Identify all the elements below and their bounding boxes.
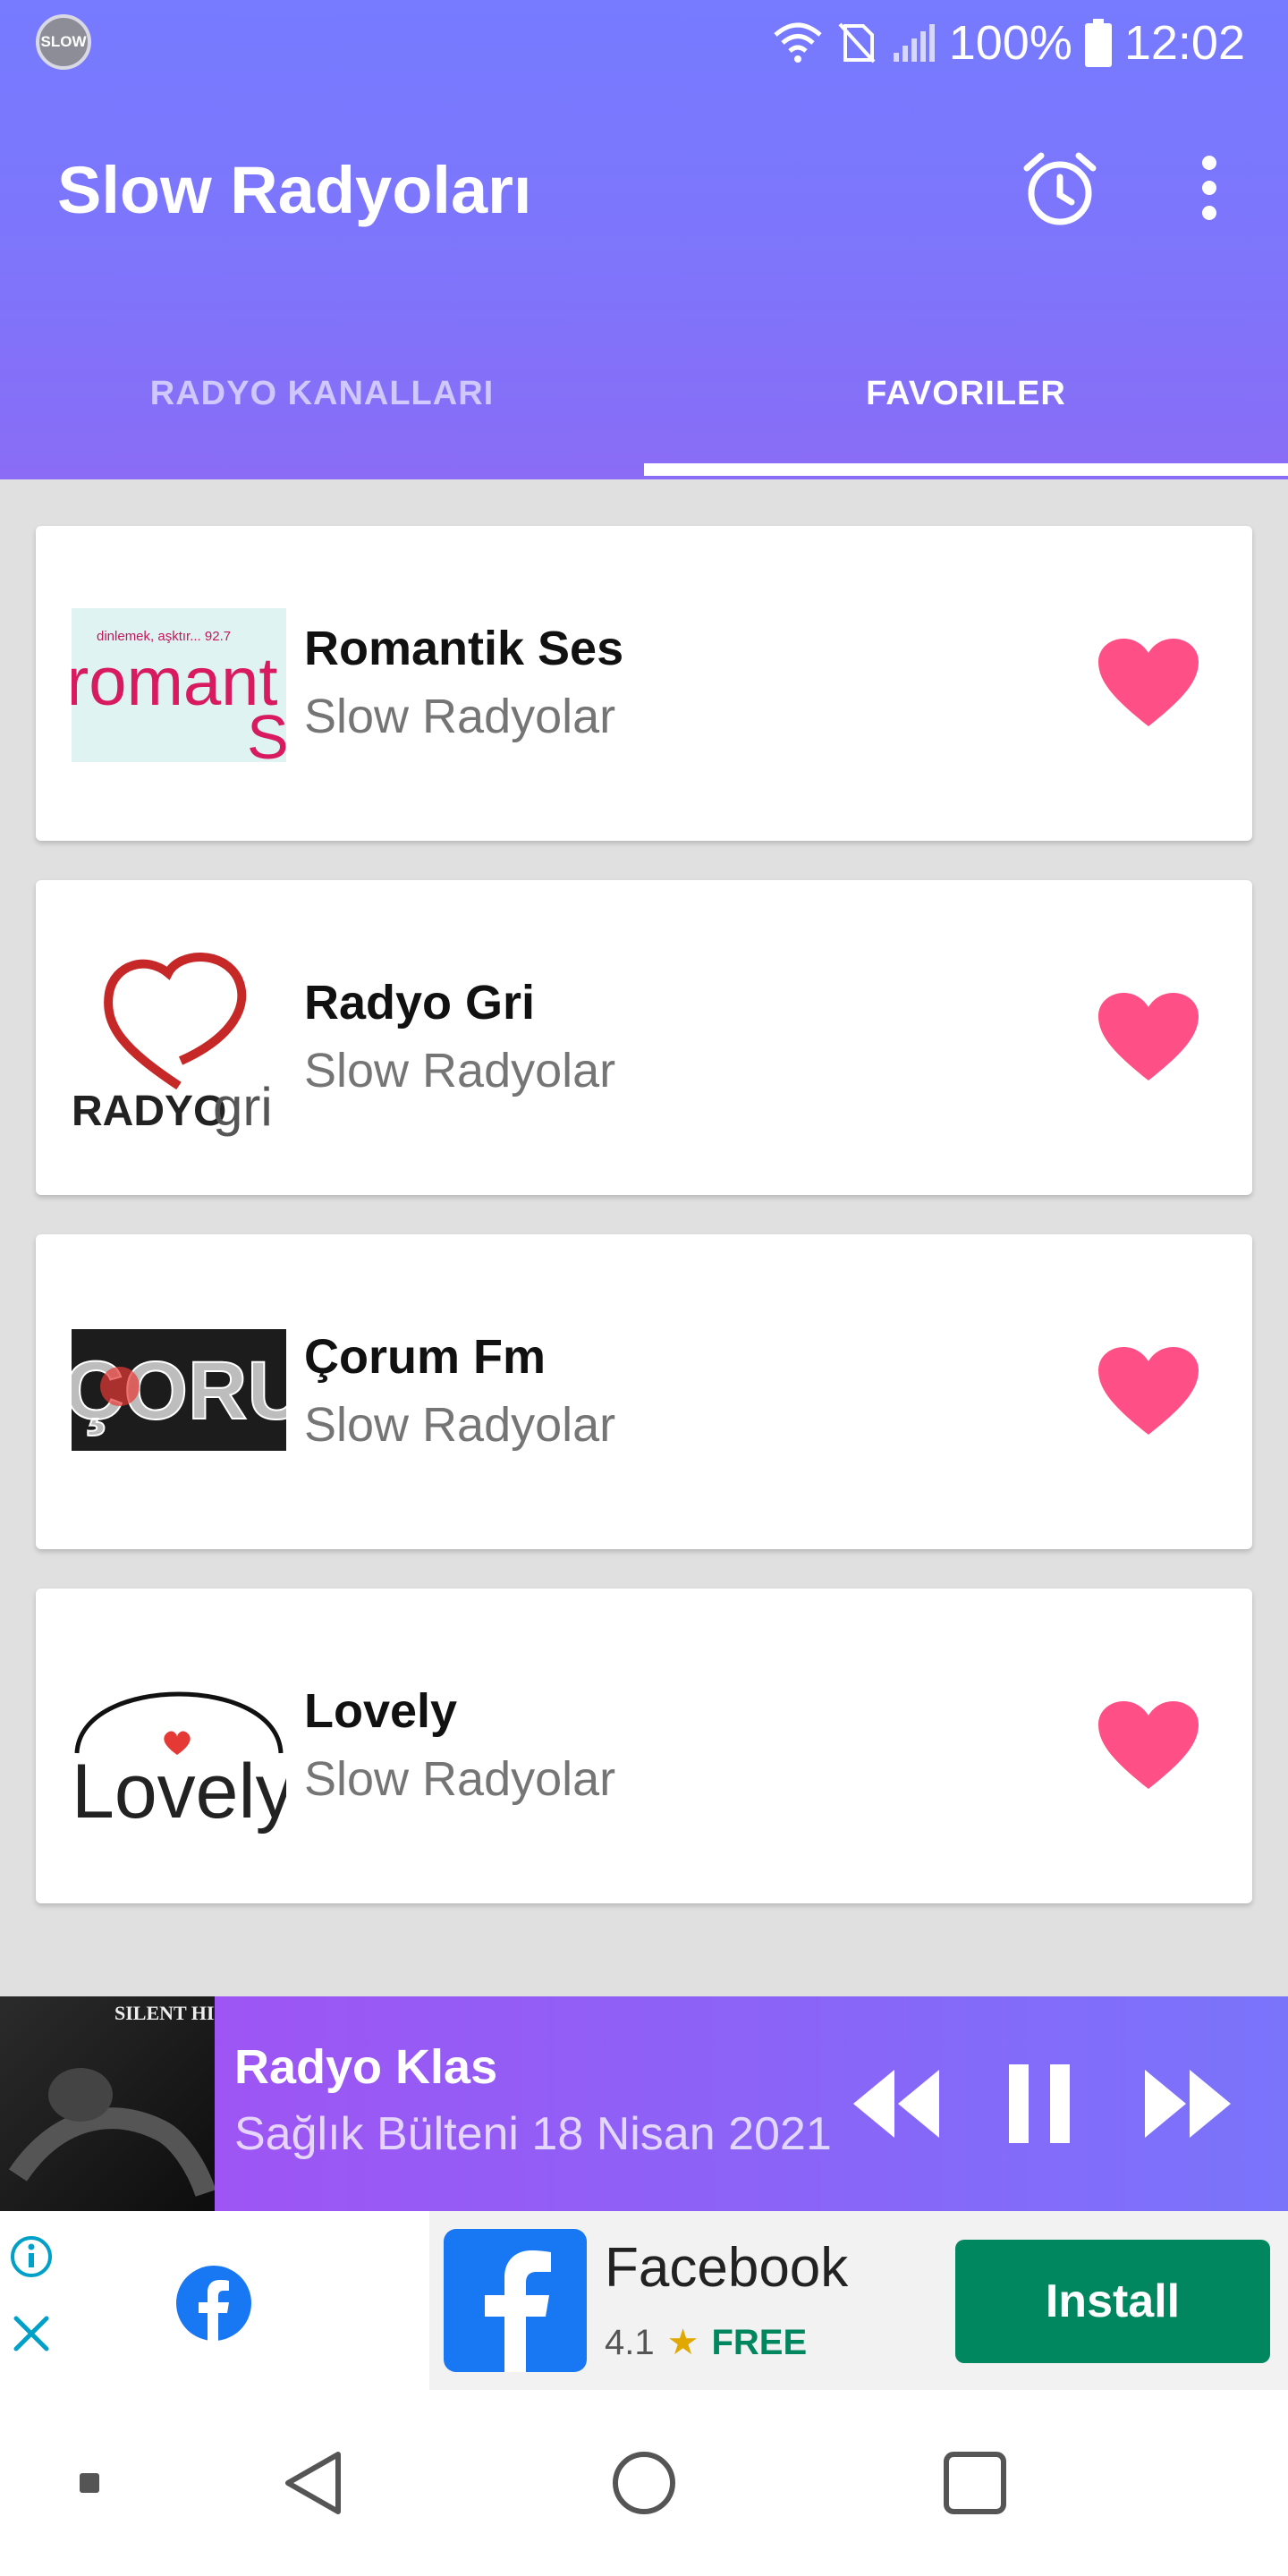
battery-percent: 100% <box>948 16 1072 70</box>
fast-forward-icon[interactable] <box>1141 2059 1234 2148</box>
favorite-heart-icon[interactable] <box>1097 991 1200 1084</box>
nav-dot-button[interactable] <box>54 2390 125 2576</box>
ad-banner[interactable]: Facebook 4.1 ★ FREE Install <box>0 2211 1288 2390</box>
facebook-logo-icon <box>176 2266 251 2342</box>
rewind-icon[interactable] <box>850 2059 943 2148</box>
romantik-ses-logo: dinlemek, aşktır... 92.7 romant S <box>72 629 286 762</box>
square-dot-icon <box>80 2473 99 2493</box>
radyo-gri-logo: RADYO gri <box>72 953 273 1137</box>
station-name: Radyo Gri <box>304 976 536 1030</box>
app-logo-icon: SLOW <box>36 14 91 70</box>
wifi-icon <box>774 22 822 63</box>
player-track: Sağlık Bülteni 18 Nisan 2021 <box>234 2108 832 2160</box>
ad-close-icon[interactable] <box>9 2311 54 2356</box>
alarm-icon[interactable] <box>1020 148 1100 229</box>
list-item[interactable]: RADYO gri Radyo Gri Slow Radyolar <box>36 880 1252 1195</box>
svg-text:gri: gri <box>213 1077 273 1137</box>
station-category: Slow Radyolar <box>304 1398 616 1452</box>
station-category: Slow Radyolar <box>304 1752 616 1806</box>
station-category: Slow Radyolar <box>304 690 616 743</box>
install-button[interactable]: Install <box>955 2240 1270 2363</box>
station-name: Çorum Fm <box>304 1330 546 1384</box>
facebook-app-icon <box>444 2229 587 2372</box>
station-name: Lovely <box>304 1684 458 1738</box>
favorite-heart-icon[interactable] <box>1097 1345 1200 1438</box>
station-logo: ÇORUM <box>72 1329 286 1451</box>
station-logo: RADYO gri <box>72 934 286 1141</box>
system-nav-bar <box>0 2390 1288 2576</box>
list-item[interactable]: ÇORUM Çorum Fm Slow Radyolar <box>36 1234 1252 1549</box>
battery-icon <box>1084 19 1112 67</box>
corum-fm-logo: ÇORUM <box>72 1329 286 1451</box>
station-category: Slow Radyolar <box>304 1044 616 1097</box>
svg-text:dinlemek, aşktır... 92.7: dinlemek, aşktır... 92.7 <box>97 629 231 644</box>
ad-app-card[interactable]: Facebook 4.1 ★ FREE Install <box>429 2211 1288 2390</box>
tab-favoriler[interactable]: FAVORILER <box>644 331 1288 479</box>
svg-text:Lovely: Lovely <box>72 1749 286 1835</box>
star-icon: ★ <box>666 2323 699 2362</box>
tab-bar: RADYO KANALLARI FAVORILER <box>0 331 1288 479</box>
home-icon <box>613 2452 675 2514</box>
album-art-image: SILENT HILL <box>0 1996 241 2211</box>
app-root: SLOW 100% 12:02 Slow Radyoları RADYO KAN… <box>0 0 1288 2576</box>
ad-price: FREE <box>711 2322 808 2362</box>
pause-icon[interactable] <box>1005 2059 1073 2148</box>
nav-recents-button[interactable] <box>930 2390 1020 2576</box>
svg-text:RADYO: RADYO <box>72 1088 226 1135</box>
list-item[interactable]: dinlemek, aşktır... 92.7 romant S Romant… <box>36 526 1252 841</box>
svg-text:S: S <box>247 702 286 762</box>
status-bar: SLOW 100% 12:02 <box>0 0 1288 86</box>
list-item[interactable]: Lovely Lovely Slow Radyolar <box>36 1589 1252 1903</box>
favorite-heart-icon[interactable] <box>1097 637 1200 730</box>
ad-info-icon[interactable] <box>9 2234 54 2279</box>
more-vert-icon[interactable] <box>1182 152 1236 224</box>
status-icons: 100% 12:02 <box>772 9 1245 77</box>
nav-back-button[interactable] <box>268 2390 358 2576</box>
ad-app-name: Facebook <box>605 2237 849 2299</box>
nav-home-button[interactable] <box>599 2390 689 2576</box>
station-logo: dinlemek, aşktır... 92.7 romant S <box>72 608 286 762</box>
ad-app-meta: 4.1 ★ FREE <box>605 2322 807 2363</box>
svg-text:SILENT HILL: SILENT HILL <box>114 2002 215 2024</box>
tab-radyo-kanallari[interactable]: RADYO KANALLARI <box>0 331 644 479</box>
signal-icon <box>893 24 935 62</box>
status-time: 12:02 <box>1123 16 1245 70</box>
now-playing-bar[interactable]: SILENT HILL Radyo Klas Sağlık Bülteni 18… <box>0 1996 1288 2211</box>
no-sim-icon <box>838 22 876 64</box>
station-logo: Lovely <box>72 1639 286 1853</box>
ad-rating: 4.1 <box>605 2322 655 2362</box>
tab-indicator <box>644 463 1288 476</box>
station-name: Romantik Ses <box>304 622 624 675</box>
page-title: Slow Radyoları <box>57 153 532 227</box>
favorite-heart-icon[interactable] <box>1097 1699 1200 1792</box>
recents-icon <box>944 2452 1006 2514</box>
lovely-logo: Lovely <box>72 1691 286 1835</box>
album-art: SILENT HILL <box>0 1996 241 2211</box>
player-station: Radyo Klas <box>234 2040 498 2094</box>
app-bar: SLOW 100% 12:02 Slow Radyoları RADYO KAN… <box>0 0 1288 479</box>
back-icon <box>285 2452 341 2514</box>
